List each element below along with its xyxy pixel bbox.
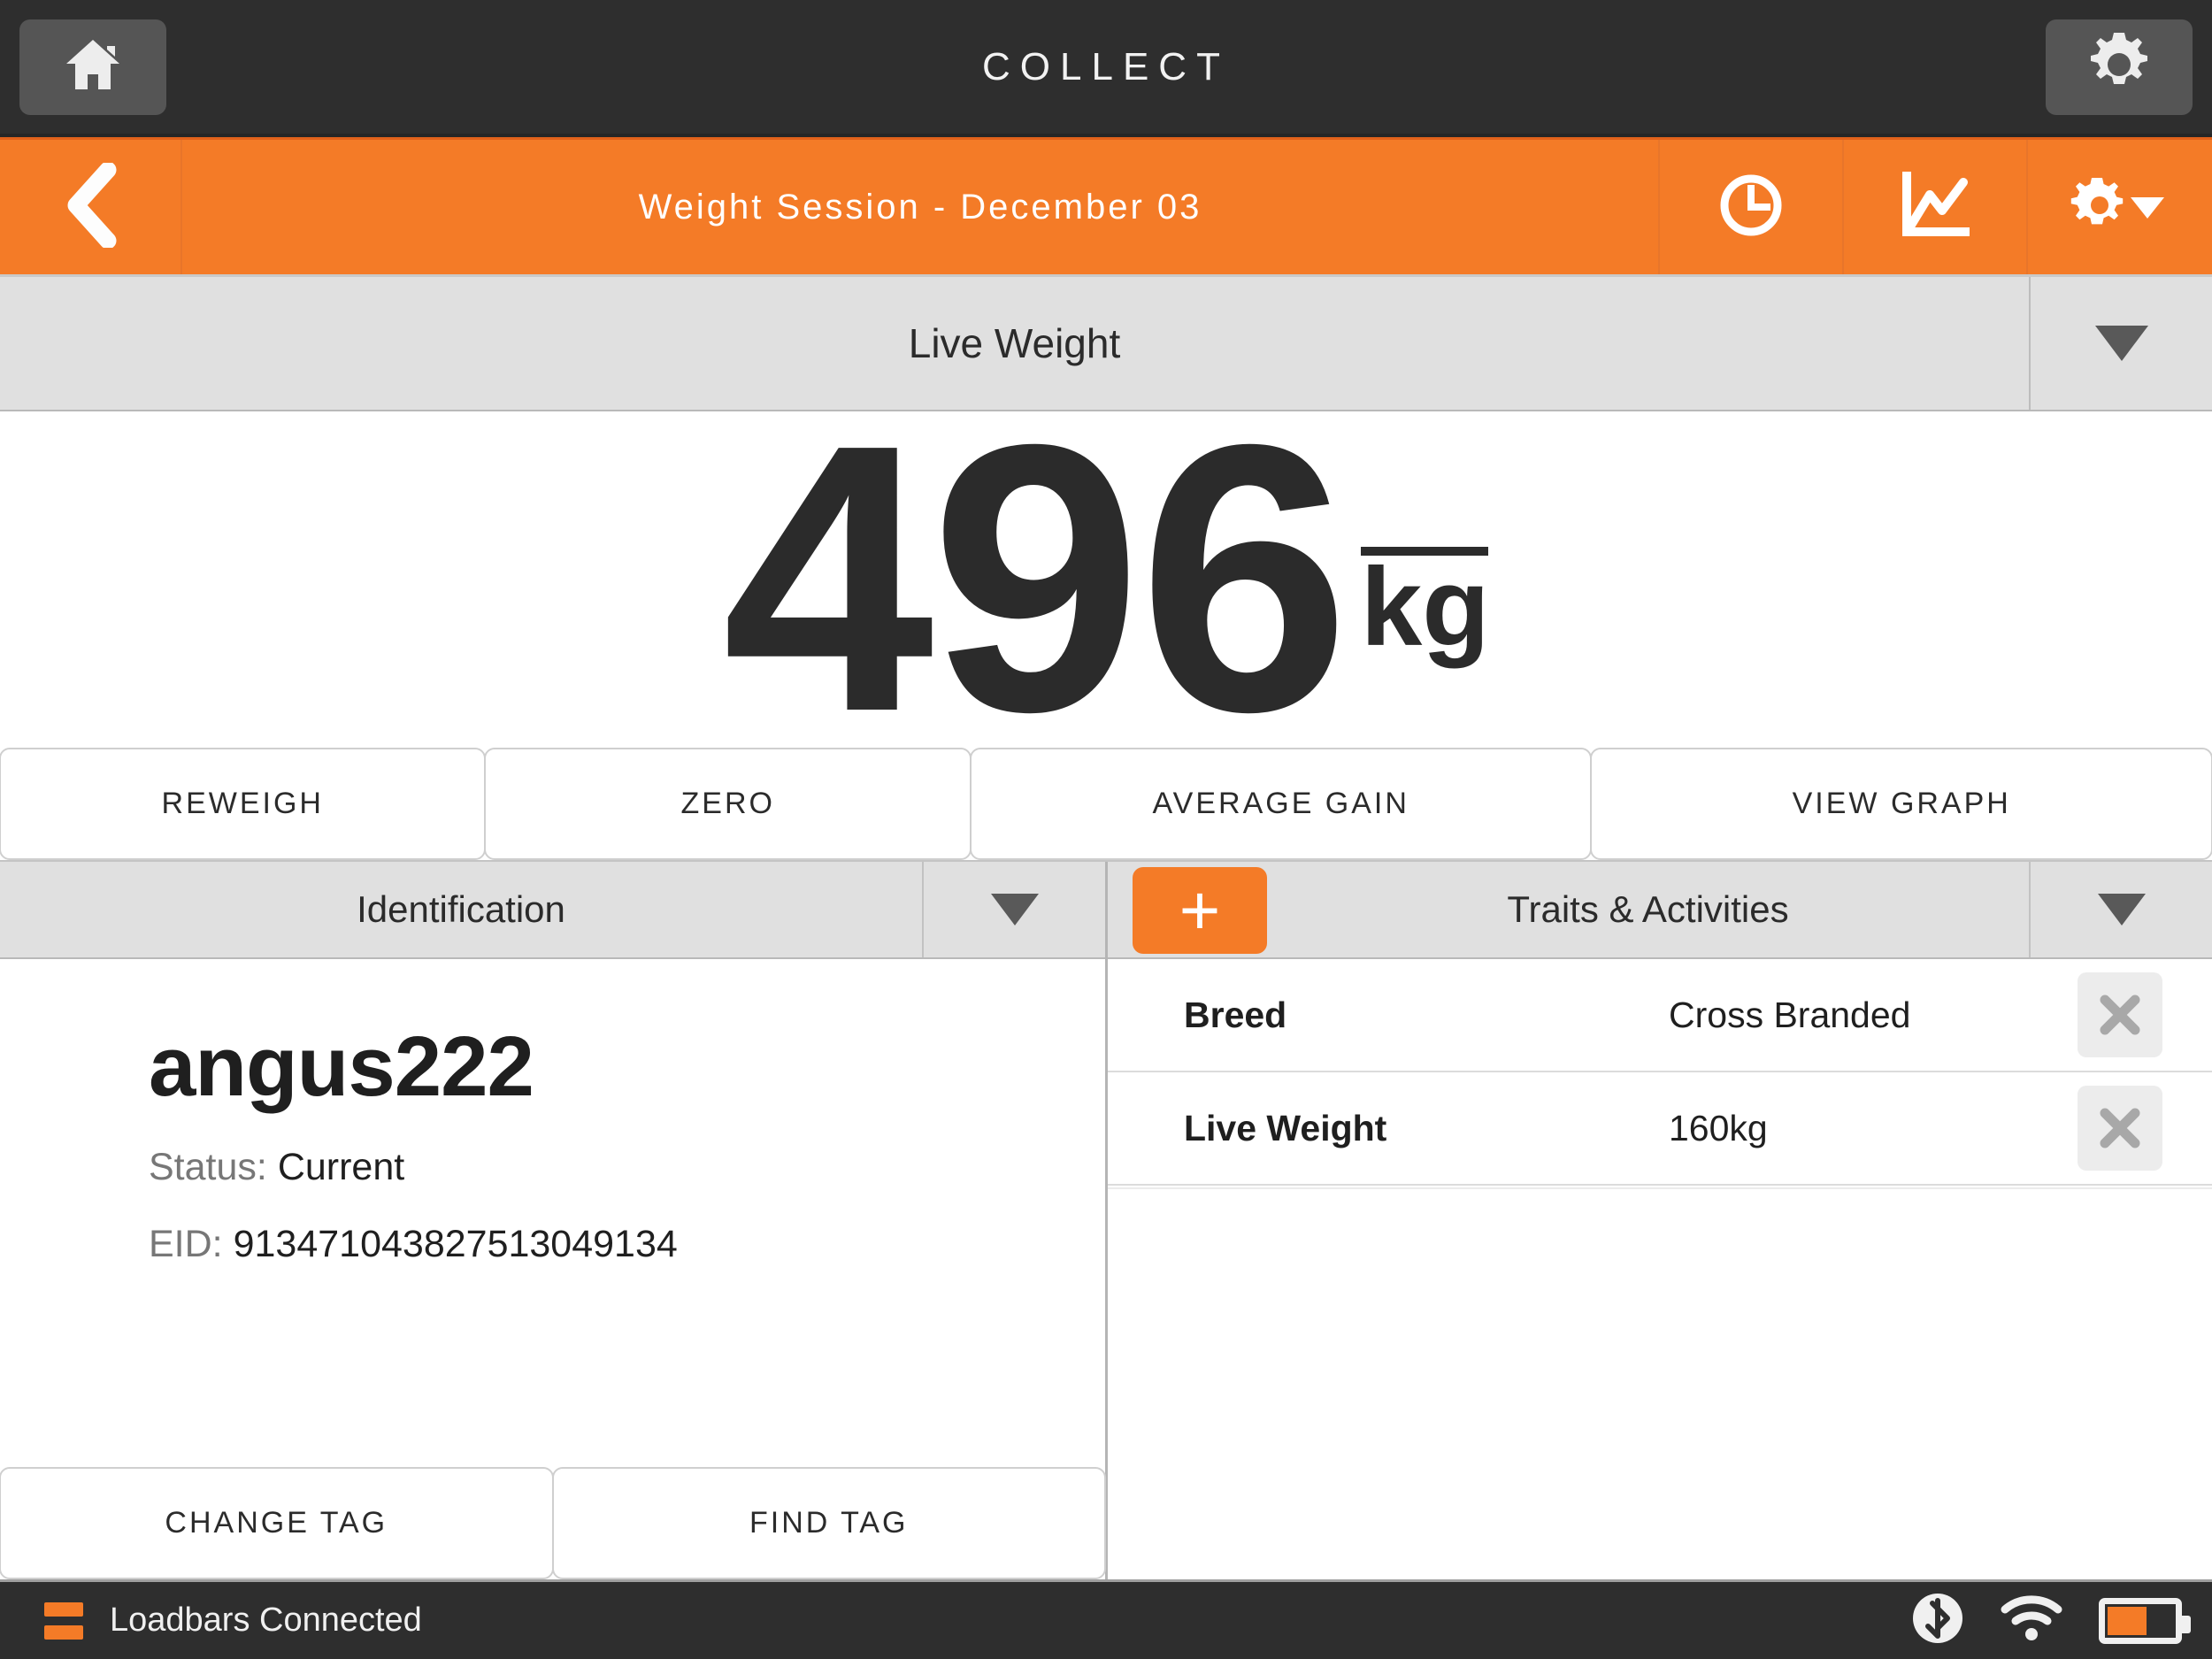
table-row[interactable]: Live Weight 160kg [1108,1072,2212,1186]
eid-label: EID: [149,1222,223,1265]
live-weight-value: 496 [722,366,1349,792]
remove-trait-button[interactable] [2078,1086,2162,1171]
trait-value: Cross Branded [1669,994,1911,1035]
change-tag-button[interactable]: CHANGE TAG [0,1467,554,1579]
animal-name: angus222 [149,1019,534,1114]
live-weight-collapse-toggle[interactable] [2031,277,2212,410]
reweigh-button[interactable]: REWEIGH [0,748,487,860]
wifi-icon [2000,1594,2063,1647]
chevron-down-icon [2097,894,2146,926]
collect-app-window: COLLECT Weight Session - December 03 Liv… [0,0,2212,1659]
table-row[interactable]: Breed Cross Branded [1108,959,2212,1072]
animal-eid: EID: 913471043827513049134 [149,1223,1105,1266]
connection-status-text: Loadbars Connected [110,1601,422,1639]
live-weight-display: 496 kg [0,366,2212,792]
status-indicators [1911,1592,2191,1649]
identification-header[interactable]: Identification [0,862,1105,959]
chevron-down-icon [990,894,1039,926]
eid-value: 913471043827513049134 [233,1222,678,1265]
traits-activities-panel: + Traits & Activities Breed Cross Brande… [1108,862,2212,1579]
session-history-button[interactable] [1660,140,1844,274]
session-graph-button[interactable] [1844,140,2028,274]
add-trait-button[interactable]: + [1133,867,1267,954]
bluetooth-icon [1911,1592,1964,1649]
home-button[interactable] [19,19,166,115]
page-title: COLLECT [982,44,1230,88]
identification-panel: Identification angus222 Status: Current … [0,862,1108,1579]
settings-button[interactable] [2046,19,2193,115]
identification-body: angus222 Status: Current EID: 9134710438… [0,959,1105,1467]
find-tag-button[interactable]: FIND TAG [551,1467,1106,1579]
chevron-left-icon [62,161,119,252]
live-weight-unit: kg [1360,546,1490,670]
home-icon [64,37,122,96]
traits-list: Breed Cross Branded Live Weight 160kg [1108,959,2212,1579]
clock-icon [1717,172,1785,243]
gear-dropdown-icon [2070,176,2170,239]
trait-name: Live Weight [1184,1107,1387,1148]
trait-value: 160kg [1669,1107,1768,1148]
chevron-down-icon [2094,326,2148,361]
remove-trait-button[interactable] [2078,972,2162,1057]
status-bar: Loadbars Connected [0,1579,2212,1659]
session-bar: Weight Session - December 03 [0,137,2212,277]
gear-icon [2087,33,2151,101]
traits-empty-space [1108,1186,2212,1189]
line-chart-icon [1900,170,1970,243]
close-icon [2097,992,2143,1038]
tag-action-buttons: CHANGE TAG FIND TAG [0,1467,1106,1579]
traits-header[interactable]: + Traits & Activities [1108,862,2212,959]
identification-header-label: Identification [0,862,924,957]
traits-collapse-toggle[interactable] [2031,862,2212,957]
session-title: Weight Session - December 03 [182,140,1660,274]
status-label: Status: [149,1145,267,1188]
app-header: COLLECT [0,0,2212,137]
loadbars-icon [44,1601,83,1640]
identification-collapse-toggle[interactable] [924,862,1105,957]
lower-panels: Identification angus222 Status: Current … [0,860,2212,1579]
animal-status: Status: Current [149,1146,1105,1189]
back-button[interactable] [0,140,182,274]
session-settings-button[interactable] [2028,140,2212,274]
battery-icon [2099,1597,2191,1644]
view-graph-button[interactable]: VIEW GRAPH [1590,748,2212,860]
trait-name: Breed [1184,994,1287,1035]
plus-icon: + [1179,871,1221,949]
status-value: Current [277,1145,405,1188]
traits-header-label: Traits & Activities [1267,862,2031,957]
battery-fill [2108,1606,2147,1635]
close-icon [2097,1105,2143,1151]
